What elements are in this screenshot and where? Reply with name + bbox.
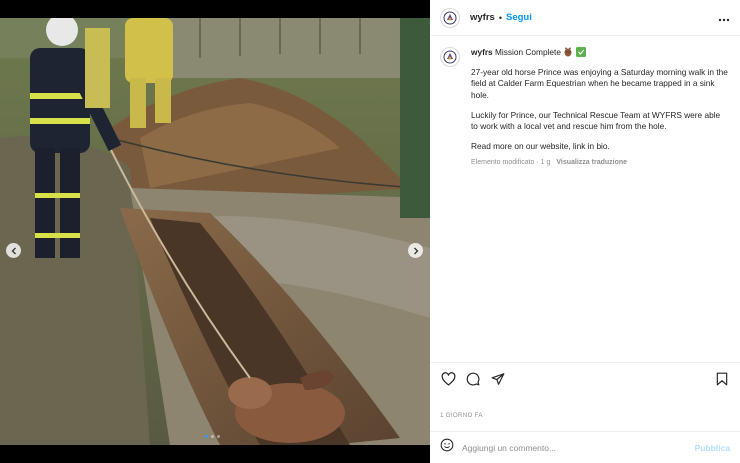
caption-paragraph: Luckily for Prince, our Technical Rescue… (471, 109, 721, 132)
heart-icon[interactable] (440, 371, 456, 387)
action-bar (440, 370, 730, 388)
edited-label: Elemento modificato (471, 159, 535, 167)
carousel-dot (217, 435, 220, 438)
rescue-photo (0, 18, 430, 445)
carousel-dot (205, 435, 208, 438)
follow-button[interactable]: Segui (506, 12, 532, 23)
caption: wyfrs Mission Complete 27-year old horse… (440, 47, 730, 169)
caption-meta: Elemento modificato · 1 g Visualizza tra… (471, 157, 729, 168)
bookmark-icon[interactable] (714, 371, 730, 387)
post-modal: wyfrs • Segui wyfrs Mission Complete 27-… (0, 0, 740, 463)
carousel-indicator (205, 435, 220, 438)
caption-paragraph: 27-year old horse Prince was enjoying a … (471, 67, 728, 100)
caption-title: Mission Complete (495, 47, 561, 57)
meta-separator: · (536, 159, 539, 167)
post-media[interactable] (0, 18, 430, 445)
divider (430, 362, 740, 363)
check-mark-emoji (575, 47, 586, 57)
share-icon[interactable] (490, 371, 506, 387)
carousel-dot (211, 435, 214, 438)
translate-link[interactable]: Visualizza traduzione (556, 159, 627, 166)
post-age[interactable]: 1 g (541, 159, 551, 166)
fire-service-crest-icon[interactable] (440, 47, 460, 67)
caption-body: wyfrs Mission Complete 27-year old horse… (471, 47, 729, 169)
comment-bar: Pubblica (430, 432, 740, 463)
username-link[interactable]: wyfrs (470, 12, 495, 23)
separator-dot: • (498, 12, 502, 23)
more-options-icon[interactable] (718, 11, 730, 25)
post-header: wyfrs • Segui (430, 0, 740, 36)
post-side-panel: wyfrs • Segui wyfrs Mission Complete 27-… (430, 0, 740, 463)
caption-username[interactable]: wyfrs (471, 47, 493, 57)
smiley-icon[interactable] (440, 438, 454, 457)
chevron-right-icon[interactable] (408, 243, 423, 258)
caption-paragraph: Read more on our website, link in bio. (471, 141, 610, 152)
chevron-left-icon[interactable] (6, 243, 21, 258)
horse-face-emoji (564, 47, 572, 57)
comment-input[interactable] (462, 442, 695, 453)
fire-service-crest-icon[interactable] (440, 7, 460, 28)
comments-area[interactable]: wyfrs Mission Complete 27-year old horse… (430, 37, 740, 362)
post-timestamp[interactable]: 1 GIORNO FA (440, 412, 483, 419)
publish-button[interactable]: Pubblica (695, 443, 730, 453)
comment-icon[interactable] (465, 371, 481, 387)
